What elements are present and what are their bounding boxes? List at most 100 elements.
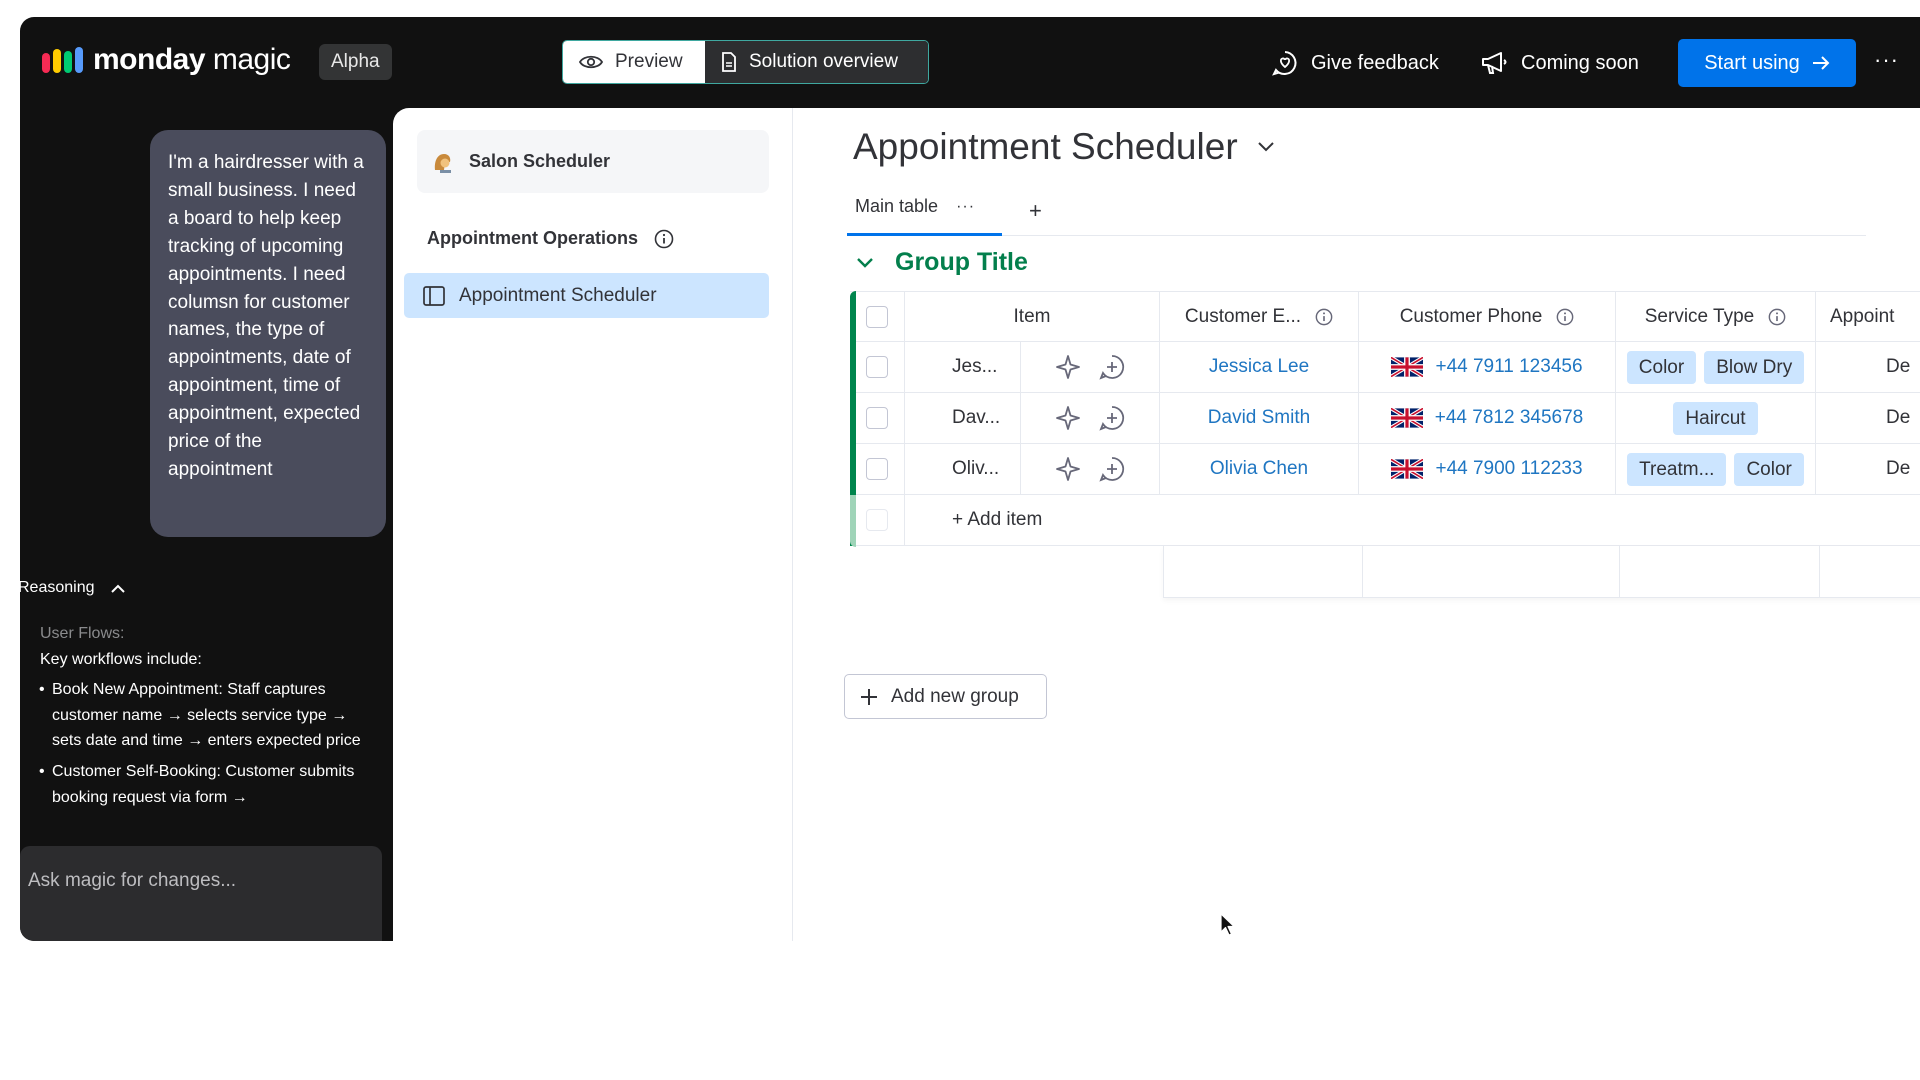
plus-icon — [861, 688, 877, 705]
add-view-button[interactable]: + — [1029, 198, 1042, 224]
info-icon[interactable] — [1768, 308, 1786, 326]
phone-cell[interactable]: +44 7900 112233 — [1359, 444, 1616, 494]
row-checkbox-cell — [850, 444, 905, 494]
give-feedback-button[interactable]: Give feedback — [1271, 41, 1439, 85]
column-header-content: Customer Phone — [1400, 306, 1575, 328]
item-name[interactable]: Jes... — [905, 342, 1021, 392]
appointment-cell[interactable]: De — [1816, 393, 1920, 443]
summary-cell — [1619, 546, 1819, 597]
email-cell[interactable]: Olivia Chen — [1160, 444, 1359, 494]
item-name[interactable]: Dav... — [905, 393, 1021, 443]
column-header-service[interactable]: Service Type — [1616, 292, 1816, 341]
uk-flag-icon — [1391, 357, 1424, 377]
email-link[interactable]: Jessica Lee — [1209, 356, 1309, 378]
group-header[interactable]: Group Title — [857, 248, 1028, 277]
service-tag[interactable]: Treatm... — [1627, 452, 1727, 486]
table-row[interactable]: Dav... David Smith +44 7812 345678 Hairc… — [850, 393, 1920, 444]
board-view: Appointment Scheduler Main table ··· + G… — [793, 108, 1920, 941]
workspace-header[interactable]: Salon Scheduler — [417, 130, 769, 193]
appointment-cell[interactable]: De — [1816, 342, 1920, 392]
table-row[interactable]: Oliv... Olivia Chen +44 7900 112233 Trea… — [850, 444, 1920, 495]
row-checkbox[interactable] — [866, 407, 888, 429]
service-tag[interactable]: Color — [1734, 452, 1804, 486]
ask-magic-box — [20, 846, 382, 941]
add-update-icon[interactable] — [1099, 405, 1125, 431]
email-link[interactable]: Olivia Chen — [1210, 458, 1308, 480]
service-cell[interactable]: Haircut — [1616, 393, 1816, 443]
service-tag[interactable]: Blow Dry — [1704, 350, 1805, 384]
select-all-checkbox[interactable] — [866, 305, 888, 328]
item-actions — [1021, 405, 1159, 431]
sparkle-icon[interactable] — [1055, 456, 1081, 482]
start-using-button[interactable]: Start using — [1678, 39, 1856, 87]
ask-magic-input[interactable] — [28, 866, 368, 896]
email-link[interactable]: David Smith — [1208, 407, 1310, 429]
service-cell[interactable]: Color Blow Dry — [1616, 342, 1816, 392]
tab-more-button[interactable]: ··· — [956, 198, 975, 216]
sparkle-icon[interactable] — [1055, 354, 1081, 380]
add-update-icon[interactable] — [1099, 354, 1125, 380]
info-icon[interactable] — [1556, 308, 1574, 326]
reasoning-content: User Flows: Key workflows include: Book … — [39, 621, 370, 810]
nav-item-appointment-scheduler[interactable]: Appointment Scheduler — [404, 273, 769, 318]
email-cell[interactable]: David Smith — [1160, 393, 1359, 443]
solution-overview-button[interactable]: Solution overview — [705, 41, 928, 83]
board-navigation: Salon Scheduler Appointment Operations A… — [393, 108, 793, 941]
email-cell[interactable]: Jessica Lee — [1160, 342, 1359, 392]
row-checkbox[interactable] — [866, 356, 888, 378]
phone-link[interactable]: +44 7812 345678 — [1435, 407, 1583, 429]
preview-button[interactable]: Preview — [563, 41, 705, 83]
phone-content: +44 7911 123456 — [1391, 356, 1583, 378]
column-header-label: Item — [1013, 305, 1051, 327]
phone-link[interactable]: +44 7900 112233 — [1435, 458, 1582, 480]
table-row[interactable]: Jes... Jessica Lee +44 7911 123456 Color… — [850, 342, 1920, 393]
item-actions — [1021, 354, 1159, 380]
service-tag[interactable]: Haircut — [1673, 401, 1758, 435]
board-title[interactable]: Appointment Scheduler — [853, 126, 1274, 168]
info-icon[interactable] — [654, 229, 674, 249]
reasoning-toggle[interactable]: Reasoning — [20, 579, 125, 597]
reasoning-list: Book New Appointment: Staff captures cus… — [39, 677, 370, 810]
logo-mark-icon — [42, 47, 83, 73]
column-header-email[interactable]: Customer E... — [1160, 292, 1359, 341]
phone-cell[interactable]: +44 7812 345678 — [1359, 393, 1616, 443]
more-options-button[interactable]: ··· — [1874, 47, 1899, 73]
document-icon — [722, 52, 736, 72]
tab-main-table[interactable]: Main table ··· — [855, 196, 975, 217]
sparkle-icon[interactable] — [1055, 405, 1081, 431]
logo-wordmark: monday magic — [93, 43, 291, 77]
phone-link[interactable]: +44 7911 123456 — [1435, 356, 1582, 378]
table-header-row: Item Customer E... Customer Phone Servic… — [850, 291, 1920, 342]
add-item-button[interactable]: + Add item — [905, 495, 1042, 545]
appointment-value: De — [1886, 407, 1911, 428]
item-cell: Oliv... — [905, 444, 1160, 494]
add-item-row[interactable]: + Add item — [850, 495, 1920, 546]
column-header-phone[interactable]: Customer Phone — [1359, 292, 1616, 341]
summary-row — [1163, 546, 1920, 598]
logo-light-text: magic — [212, 43, 291, 76]
uk-flag-icon — [1391, 459, 1424, 479]
row-checkbox[interactable] — [866, 458, 888, 480]
coming-soon-button[interactable]: Coming soon — [1481, 41, 1639, 85]
chevron-down-icon — [1257, 142, 1274, 152]
item-cell: Jes... — [905, 342, 1160, 392]
service-tag[interactable]: Color — [1626, 350, 1697, 384]
chat-heart-icon — [1272, 51, 1297, 76]
item-cell: Dav... — [905, 393, 1160, 443]
chevron-up-icon — [110, 584, 125, 593]
appointment-cell[interactable]: De — [1816, 444, 1920, 494]
overview-label: Solution overview — [749, 51, 898, 72]
chevron-down-icon[interactable] — [857, 257, 873, 268]
add-new-group-button[interactable]: Add new group — [844, 674, 1047, 719]
column-header-appointment[interactable]: Appoint — [1816, 292, 1920, 341]
mouse-cursor-icon — [1220, 913, 1235, 936]
add-update-icon[interactable] — [1099, 456, 1125, 482]
info-icon[interactable] — [1315, 308, 1333, 326]
column-header-item[interactable]: Item — [905, 292, 1160, 341]
appointment-value: De — [1886, 356, 1911, 377]
nav-group-label: Appointment Operations — [427, 228, 638, 248]
logo-bar — [64, 51, 72, 73]
phone-cell[interactable]: +44 7911 123456 — [1359, 342, 1616, 392]
service-cell[interactable]: Treatm... Color — [1616, 444, 1816, 494]
item-name[interactable]: Oliv... — [905, 444, 1021, 494]
